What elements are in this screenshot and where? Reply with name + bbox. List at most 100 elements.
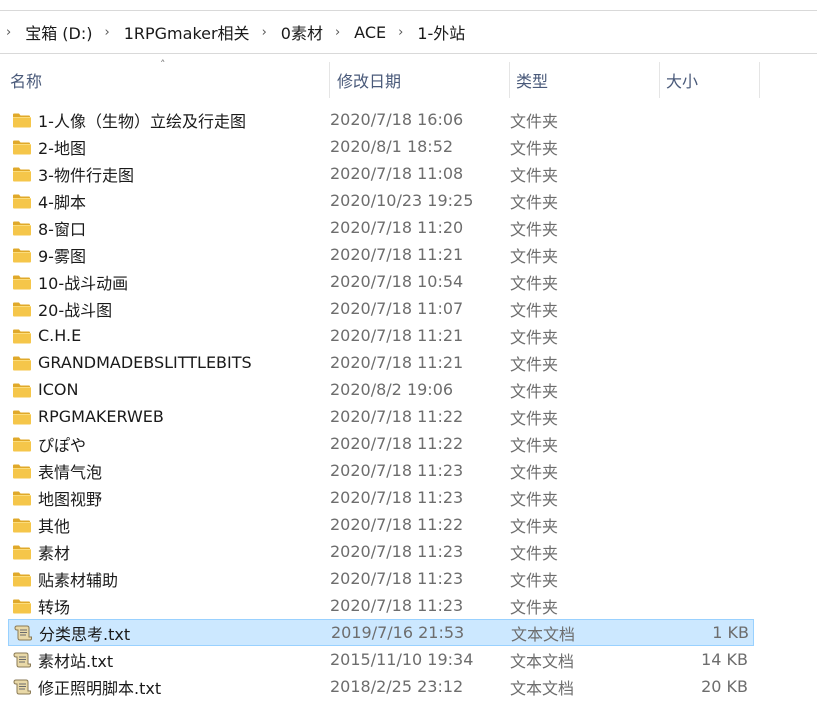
folder-icon bbox=[12, 597, 32, 615]
folder-icon bbox=[12, 327, 32, 345]
folder-row[interactable]: 素材 2020/7/18 11:23 文件夹 bbox=[8, 538, 754, 565]
file-name: 10-战斗动画 bbox=[38, 273, 129, 293]
file-date: 2020/8/1 18:52 bbox=[330, 137, 454, 156]
file-date: 2020/7/18 11:23 bbox=[330, 596, 464, 615]
file-name: C.H.E bbox=[38, 326, 82, 345]
folder-row[interactable]: 8-窗口 2020/7/18 11:20 文件夹 bbox=[8, 214, 754, 241]
file-date: 2020/7/18 11:21 bbox=[330, 353, 464, 372]
file-name: 20-战斗图 bbox=[38, 300, 113, 320]
column-header-type[interactable]: 类型 bbox=[510, 62, 660, 98]
breadcrumb-item[interactable]: 0素材 bbox=[275, 20, 329, 44]
column-header-label: 大小 bbox=[666, 72, 699, 91]
file-type: 文件夹 bbox=[510, 165, 559, 185]
file-name-cell: GRANDMADEBSLITTLEBITS bbox=[8, 353, 330, 372]
file-date: 2018/2/25 23:12 bbox=[330, 677, 464, 696]
folder-row[interactable]: 4-脚本 2020/10/23 19:25 文件夹 bbox=[8, 187, 754, 214]
file-list: 1-人像（生物）立绘及行走图 2020/7/18 16:06 文件夹 2-地图 2020… bbox=[8, 106, 754, 700]
folder-row[interactable]: GRANDMADEBSLITTLEBITS 2020/7/18 11:21 文件夹 bbox=[8, 349, 754, 376]
file-name-cell: 修正照明脚本.txt bbox=[8, 675, 330, 699]
folder-row[interactable]: 表情气泡 2020/7/18 11:23 文件夹 bbox=[8, 457, 754, 484]
folder-row[interactable]: ぴぽや 2020/7/18 11:22 文件夹 bbox=[8, 430, 754, 457]
file-date: 2020/7/18 11:22 bbox=[330, 407, 464, 426]
file-name-cell: 素材站.txt bbox=[8, 648, 330, 672]
file-name-cell: C.H.E bbox=[8, 326, 330, 345]
file-date: 2020/7/18 10:54 bbox=[330, 272, 464, 291]
file-name: 3-物件行走图 bbox=[38, 165, 134, 185]
file-name-cell: 地图视野 bbox=[8, 486, 330, 510]
file-type: 文件夹 bbox=[510, 354, 559, 374]
sort-ascending-icon: ˄ bbox=[160, 58, 166, 71]
text-file-icon bbox=[13, 624, 33, 642]
folder-row[interactable]: 转场 2020/7/18 11:23 文件夹 bbox=[8, 592, 754, 619]
file-date: 2020/7/18 11:21 bbox=[330, 245, 464, 264]
file-name: 其他 bbox=[38, 516, 71, 536]
address-bar[interactable]: › 宝箱 (D:) › 1RPGmaker相关 › 0素材 › ACE › 1-… bbox=[0, 10, 817, 54]
folder-row[interactable]: 地图视野 2020/7/18 11:23 文件夹 bbox=[8, 484, 754, 511]
file-type: 文件夹 bbox=[510, 435, 559, 455]
file-date: 2020/8/2 19:06 bbox=[330, 380, 454, 399]
file-date: 2020/7/18 11:23 bbox=[330, 569, 464, 588]
file-name-cell: 2-地图 bbox=[8, 135, 330, 159]
folder-row[interactable]: 9-雾图 2020/7/18 11:21 文件夹 bbox=[8, 241, 754, 268]
title-strip bbox=[0, 0, 817, 10]
file-name-cell: 表情气泡 bbox=[8, 459, 330, 483]
file-type: 文件夹 bbox=[510, 570, 559, 590]
folder-row[interactable]: 贴素材辅助 2020/7/18 11:23 文件夹 bbox=[8, 565, 754, 592]
file-type: 文件夹 bbox=[510, 300, 559, 320]
file-name: 2-地图 bbox=[38, 138, 86, 158]
breadcrumb-item[interactable]: 1-外站 bbox=[411, 20, 471, 44]
folder-icon bbox=[12, 300, 32, 318]
column-header-name[interactable]: ˄ 名称 bbox=[0, 58, 330, 98]
file-type: 文件夹 bbox=[510, 462, 559, 482]
folder-icon bbox=[12, 543, 32, 561]
column-header-label: 类型 bbox=[516, 72, 549, 91]
column-header-size[interactable]: 大小 bbox=[660, 62, 760, 98]
file-name: 素材站.txt bbox=[38, 651, 114, 671]
file-name-cell: RPGMAKERWEB bbox=[8, 407, 330, 426]
folder-icon bbox=[12, 462, 32, 480]
folder-icon bbox=[12, 381, 32, 399]
folder-icon bbox=[12, 516, 32, 534]
file-date: 2020/7/18 16:06 bbox=[330, 110, 464, 129]
chevron-right-icon[interactable]: › bbox=[256, 25, 275, 40]
file-row[interactable]: 修正照明脚本.txt 2018/2/25 23:12 文本文档 20 KB bbox=[8, 673, 754, 700]
folder-row[interactable]: 3-物件行走图 2020/7/18 11:08 文件夹 bbox=[8, 160, 754, 187]
file-row[interactable]: 分类思考.txt 2019/7/16 21:53 文本文档 1 KB bbox=[8, 619, 754, 646]
file-date: 2019/7/16 21:53 bbox=[331, 623, 465, 642]
chevron-right-icon[interactable]: › bbox=[392, 25, 411, 40]
file-type: 文件夹 bbox=[510, 381, 559, 401]
chevron-right-icon[interactable]: › bbox=[99, 25, 118, 40]
folder-row[interactable]: C.H.E 2020/7/18 11:21 文件夹 bbox=[8, 322, 754, 349]
file-name-cell: 9-雾图 bbox=[8, 243, 330, 267]
file-type: 文本文档 bbox=[510, 651, 575, 671]
file-name-cell: ICON bbox=[8, 380, 330, 399]
column-header-date[interactable]: 修改日期 bbox=[330, 62, 510, 98]
breadcrumb-item[interactable]: 1RPGmaker相关 bbox=[118, 20, 256, 44]
file-size: 14 KB bbox=[701, 650, 748, 669]
column-header-label: 修改日期 bbox=[337, 72, 402, 91]
file-date: 2020/7/18 11:07 bbox=[330, 299, 464, 318]
folder-row[interactable]: 20-战斗图 2020/7/18 11:07 文件夹 bbox=[8, 295, 754, 322]
file-name: 素材 bbox=[38, 543, 71, 563]
breadcrumb-item[interactable]: 宝箱 (D:) bbox=[19, 20, 98, 44]
file-name-cell: ぴぽや bbox=[8, 432, 330, 456]
folder-row[interactable]: 其他 2020/7/18 11:22 文件夹 bbox=[8, 511, 754, 538]
file-name: 9-雾图 bbox=[38, 246, 86, 266]
chevron-right-icon[interactable]: › bbox=[0, 25, 19, 40]
file-size: 20 KB bbox=[701, 677, 748, 696]
file-type: 文件夹 bbox=[510, 138, 559, 158]
file-date: 2020/7/18 11:08 bbox=[330, 164, 464, 183]
folder-row[interactable]: 2-地图 2020/8/1 18:52 文件夹 bbox=[8, 133, 754, 160]
file-name-cell: 其他 bbox=[8, 513, 330, 537]
folder-row[interactable]: ICON 2020/8/2 19:06 文件夹 bbox=[8, 376, 754, 403]
breadcrumb-item[interactable]: ACE bbox=[348, 23, 392, 42]
folder-icon bbox=[12, 435, 32, 453]
file-type: 文件夹 bbox=[510, 111, 559, 131]
file-row[interactable]: 素材站.txt 2015/11/10 19:34 文本文档 14 KB bbox=[8, 646, 754, 673]
folder-row[interactable]: 10-战斗动画 2020/7/18 10:54 文件夹 bbox=[8, 268, 754, 295]
chevron-right-icon[interactable]: › bbox=[329, 25, 348, 40]
folder-row[interactable]: RPGMAKERWEB 2020/7/18 11:22 文件夹 bbox=[8, 403, 754, 430]
folder-row[interactable]: 1-人像（生物）立绘及行走图 2020/7/18 16:06 文件夹 bbox=[8, 106, 754, 133]
file-date: 2015/11/10 19:34 bbox=[330, 650, 474, 669]
folder-icon bbox=[12, 192, 32, 210]
